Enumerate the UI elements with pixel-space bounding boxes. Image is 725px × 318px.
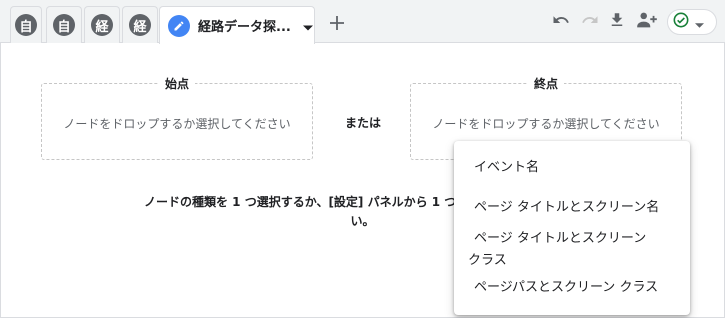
end-node-hint: ノードをドロップするか選択してください — [432, 117, 660, 131]
redo-button[interactable] — [578, 10, 602, 34]
share-button[interactable] — [633, 10, 661, 34]
pencil-icon — [168, 14, 190, 37]
caret-down-icon[interactable] — [302, 16, 313, 35]
node-type-menu: イベント名 ページ タイトルとスクリーン名 ページ タイトルとスクリーン クラス… — [454, 141, 690, 315]
menu-item-event-name[interactable]: イベント名 — [454, 157, 690, 179]
menu-item-page-title-screen-name[interactable]: ページ タイトルとスクリーン名 — [454, 197, 690, 219]
check-circle-icon — [673, 12, 689, 32]
tab-4[interactable]: 経 — [122, 6, 158, 43]
tab-badge: 経 — [91, 14, 113, 36]
start-node-label: 始点 — [158, 75, 196, 92]
tab-bar: 自 自 経 経 経路データ探... — [0, 0, 725, 44]
download-icon — [608, 11, 626, 33]
menu-item-page-title-screen-class[interactable]: ページ タイトルとスクリーン クラス — [454, 228, 654, 272]
or-label: または — [345, 116, 382, 130]
add-person-icon — [636, 11, 658, 33]
tab-badge: 経 — [129, 14, 151, 36]
undo-icon — [552, 11, 570, 33]
start-node-hint: ノードをドロップするか選択してください — [63, 117, 291, 131]
tab-3[interactable]: 経 — [84, 6, 120, 43]
download-button[interactable] — [605, 10, 629, 34]
menu-item-page-path-screen-class[interactable]: ページパスとスクリーン クラス — [454, 277, 690, 299]
add-tab-button[interactable] — [319, 6, 355, 43]
instruction-line-2: い。 — [350, 214, 375, 228]
tab-active-path-exploration[interactable]: 経路データ探... — [159, 6, 315, 44]
plus-icon — [329, 15, 345, 35]
end-node-label: 終点 — [527, 75, 565, 92]
tab-title: 経路データ探... — [198, 20, 291, 35]
tab-2[interactable]: 自 — [46, 6, 82, 43]
tab-badge: 自 — [15, 14, 37, 36]
redo-icon — [581, 11, 599, 33]
start-node-dropzone[interactable]: 始点 ノードをドロップするか選択してください — [41, 75, 313, 160]
tab-1[interactable]: 自 — [10, 6, 42, 43]
caret-down-icon — [695, 13, 704, 32]
tab-badge: 自 — [53, 14, 75, 36]
undo-button[interactable] — [549, 10, 573, 34]
status-dropdown[interactable] — [667, 9, 717, 35]
